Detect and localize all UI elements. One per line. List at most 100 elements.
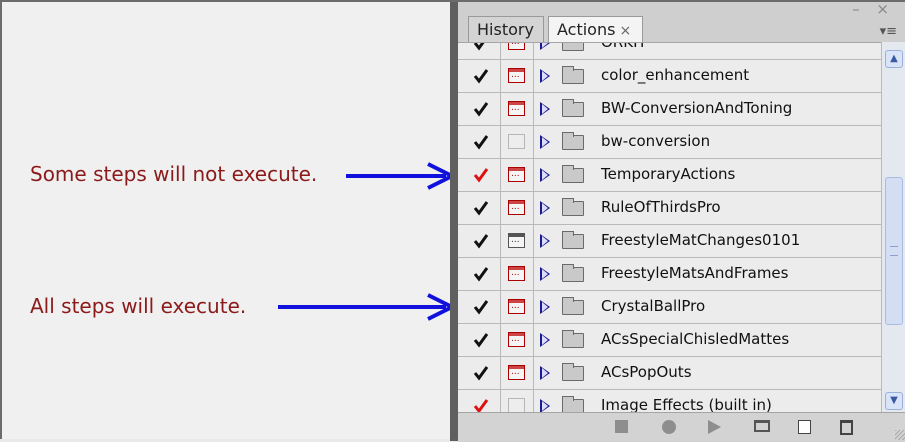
expand-triangle-icon[interactable] — [540, 69, 550, 83]
toggle-item-cell[interactable] — [462, 93, 501, 125]
toggle-dialog-cell[interactable] — [501, 291, 534, 323]
annotation-all-steps: All steps will execute. — [30, 294, 247, 318]
action-set-row[interactable]: Image Effects (built in) — [458, 390, 881, 413]
arrow-right-icon — [346, 162, 457, 190]
toggle-item-cell[interactable] — [462, 225, 501, 257]
expand-triangle-icon[interactable] — [540, 300, 550, 314]
annotation-some-steps: Some steps will not execute. — [30, 162, 318, 186]
action-set-name-cell[interactable]: FreestyleMatsAndFrames — [534, 258, 881, 290]
action-set-name-cell[interactable]: Image Effects (built in) — [534, 390, 881, 413]
toggle-item-cell[interactable] — [462, 192, 501, 224]
action-set-row[interactable]: FreestyleMatChanges0101 — [458, 225, 881, 258]
expand-triangle-icon[interactable] — [540, 102, 550, 116]
folder-icon — [562, 297, 584, 315]
play-icon[interactable] — [708, 420, 721, 434]
action-set-name-cell[interactable]: color_enhancement — [534, 60, 881, 92]
toggle-dialog-cell[interactable] — [501, 93, 534, 125]
action-set-name-cell[interactable]: BW-ConversionAndToning — [534, 93, 881, 125]
action-set-row[interactable]: ACsPopOuts — [458, 357, 881, 390]
toggle-dialog-cell[interactable] — [501, 192, 534, 224]
checkmark-icon — [473, 234, 489, 249]
folder-icon — [562, 264, 584, 282]
action-set-name-cell[interactable]: ACsPopOuts — [534, 357, 881, 389]
scroll-thumb[interactable] — [885, 177, 903, 325]
toggle-dialog-cell[interactable] — [501, 126, 534, 158]
action-set-label: color_enhancement — [601, 66, 750, 84]
expand-triangle-icon[interactable] — [540, 234, 550, 248]
action-set-label: bw-conversion — [601, 132, 711, 150]
toggle-dialog-cell[interactable] — [501, 43, 534, 59]
action-set-name-cell[interactable]: bw-conversion — [534, 126, 881, 158]
toggle-item-cell[interactable] — [462, 159, 501, 191]
delete-icon[interactable] — [840, 420, 853, 435]
toggle-item-cell[interactable] — [462, 357, 501, 389]
toggle-item-cell[interactable] — [462, 390, 501, 413]
action-set-label: FreestyleMatsAndFrames — [601, 264, 789, 282]
arrow-right-icon — [278, 293, 457, 321]
actions-toolbar — [458, 412, 905, 442]
action-set-row[interactable]: BW-ConversionAndToning — [458, 93, 881, 126]
expand-triangle-icon[interactable] — [540, 43, 550, 50]
toggle-dialog-cell[interactable] — [501, 324, 534, 356]
folder-icon — [562, 198, 584, 216]
action-set-row[interactable]: color_enhancement — [458, 60, 881, 93]
dialog-icon — [508, 332, 525, 347]
toggle-item-cell[interactable] — [462, 324, 501, 356]
dialog-icon — [508, 167, 525, 182]
close-icon[interactable]: × — [619, 23, 631, 39]
toggle-dialog-cell[interactable] — [501, 225, 534, 257]
action-set-name-cell[interactable]: RuleOfThirdsPro — [534, 192, 881, 224]
tab-history[interactable]: History — [468, 16, 544, 42]
action-set-name-cell[interactable]: TemporaryActions — [534, 159, 881, 191]
action-set-row[interactable]: ACsSpecialChisledMattes — [458, 324, 881, 357]
stop-icon[interactable] — [615, 420, 628, 433]
checkmark-icon — [473, 135, 489, 150]
toggle-dialog-cell[interactable] — [501, 60, 534, 92]
expand-triangle-icon[interactable] — [540, 399, 550, 413]
expand-triangle-icon[interactable] — [540, 168, 550, 182]
dialog-icon — [508, 266, 525, 281]
action-set-row[interactable]: CrystalBallPro — [458, 291, 881, 324]
dialog-icon — [508, 233, 525, 248]
scroll-up-button[interactable]: ▲ — [885, 50, 903, 68]
action-set-name-cell[interactable]: CrystalBallPro — [534, 291, 881, 323]
record-icon[interactable] — [662, 420, 676, 434]
panel-menu-icon[interactable]: ▾≡ — [880, 24, 897, 39]
checkmark-icon — [473, 201, 489, 216]
action-set-name-cell[interactable]: FreestyleMatChanges0101 — [534, 225, 881, 257]
folder-icon — [562, 396, 584, 413]
action-set-row[interactable]: FreestyleMatsAndFrames — [458, 258, 881, 291]
expand-triangle-icon[interactable] — [540, 333, 550, 347]
toggle-item-cell[interactable] — [462, 258, 501, 290]
action-set-row[interactable]: bw-conversion — [458, 126, 881, 159]
action-set-row[interactable]: RuleOfThirdsPro — [458, 192, 881, 225]
panel-tab-bar: – × History Actions × ▾≡ — [458, 0, 905, 42]
vertical-scrollbar[interactable]: ▲ ▼ — [881, 42, 905, 412]
new-set-icon[interactable] — [754, 420, 770, 432]
action-set-name-cell[interactable]: ORKH — [534, 43, 881, 59]
action-set-label: RuleOfThirdsPro — [601, 198, 721, 216]
tab-actions[interactable]: Actions × — [548, 16, 643, 42]
scroll-down-button[interactable]: ▼ — [885, 392, 903, 410]
action-set-label: Image Effects (built in) — [601, 396, 772, 413]
grip-icon — [890, 246, 898, 256]
toggle-item-cell[interactable] — [462, 126, 501, 158]
toggle-item-cell[interactable] — [462, 291, 501, 323]
action-set-row[interactable]: ORKH — [458, 43, 881, 60]
window-controls[interactable]: – × — [852, 0, 895, 18]
toggle-dialog-cell[interactable] — [501, 258, 534, 290]
action-set-name-cell[interactable]: ACsSpecialChisledMattes — [534, 324, 881, 356]
action-set-label: ACsPopOuts — [601, 363, 692, 381]
toggle-dialog-cell[interactable] — [501, 159, 534, 191]
toggle-item-cell[interactable] — [462, 43, 501, 59]
toggle-dialog-cell[interactable] — [501, 357, 534, 389]
expand-triangle-icon[interactable] — [540, 366, 550, 380]
expand-triangle-icon[interactable] — [540, 201, 550, 215]
action-set-row[interactable]: TemporaryActions — [458, 159, 881, 192]
new-action-icon[interactable] — [798, 420, 811, 434]
checkmark-icon — [473, 366, 489, 381]
toggle-item-cell[interactable] — [462, 60, 501, 92]
expand-triangle-icon[interactable] — [540, 135, 550, 149]
toggle-dialog-cell[interactable] — [501, 390, 534, 413]
expand-triangle-icon[interactable] — [540, 267, 550, 281]
